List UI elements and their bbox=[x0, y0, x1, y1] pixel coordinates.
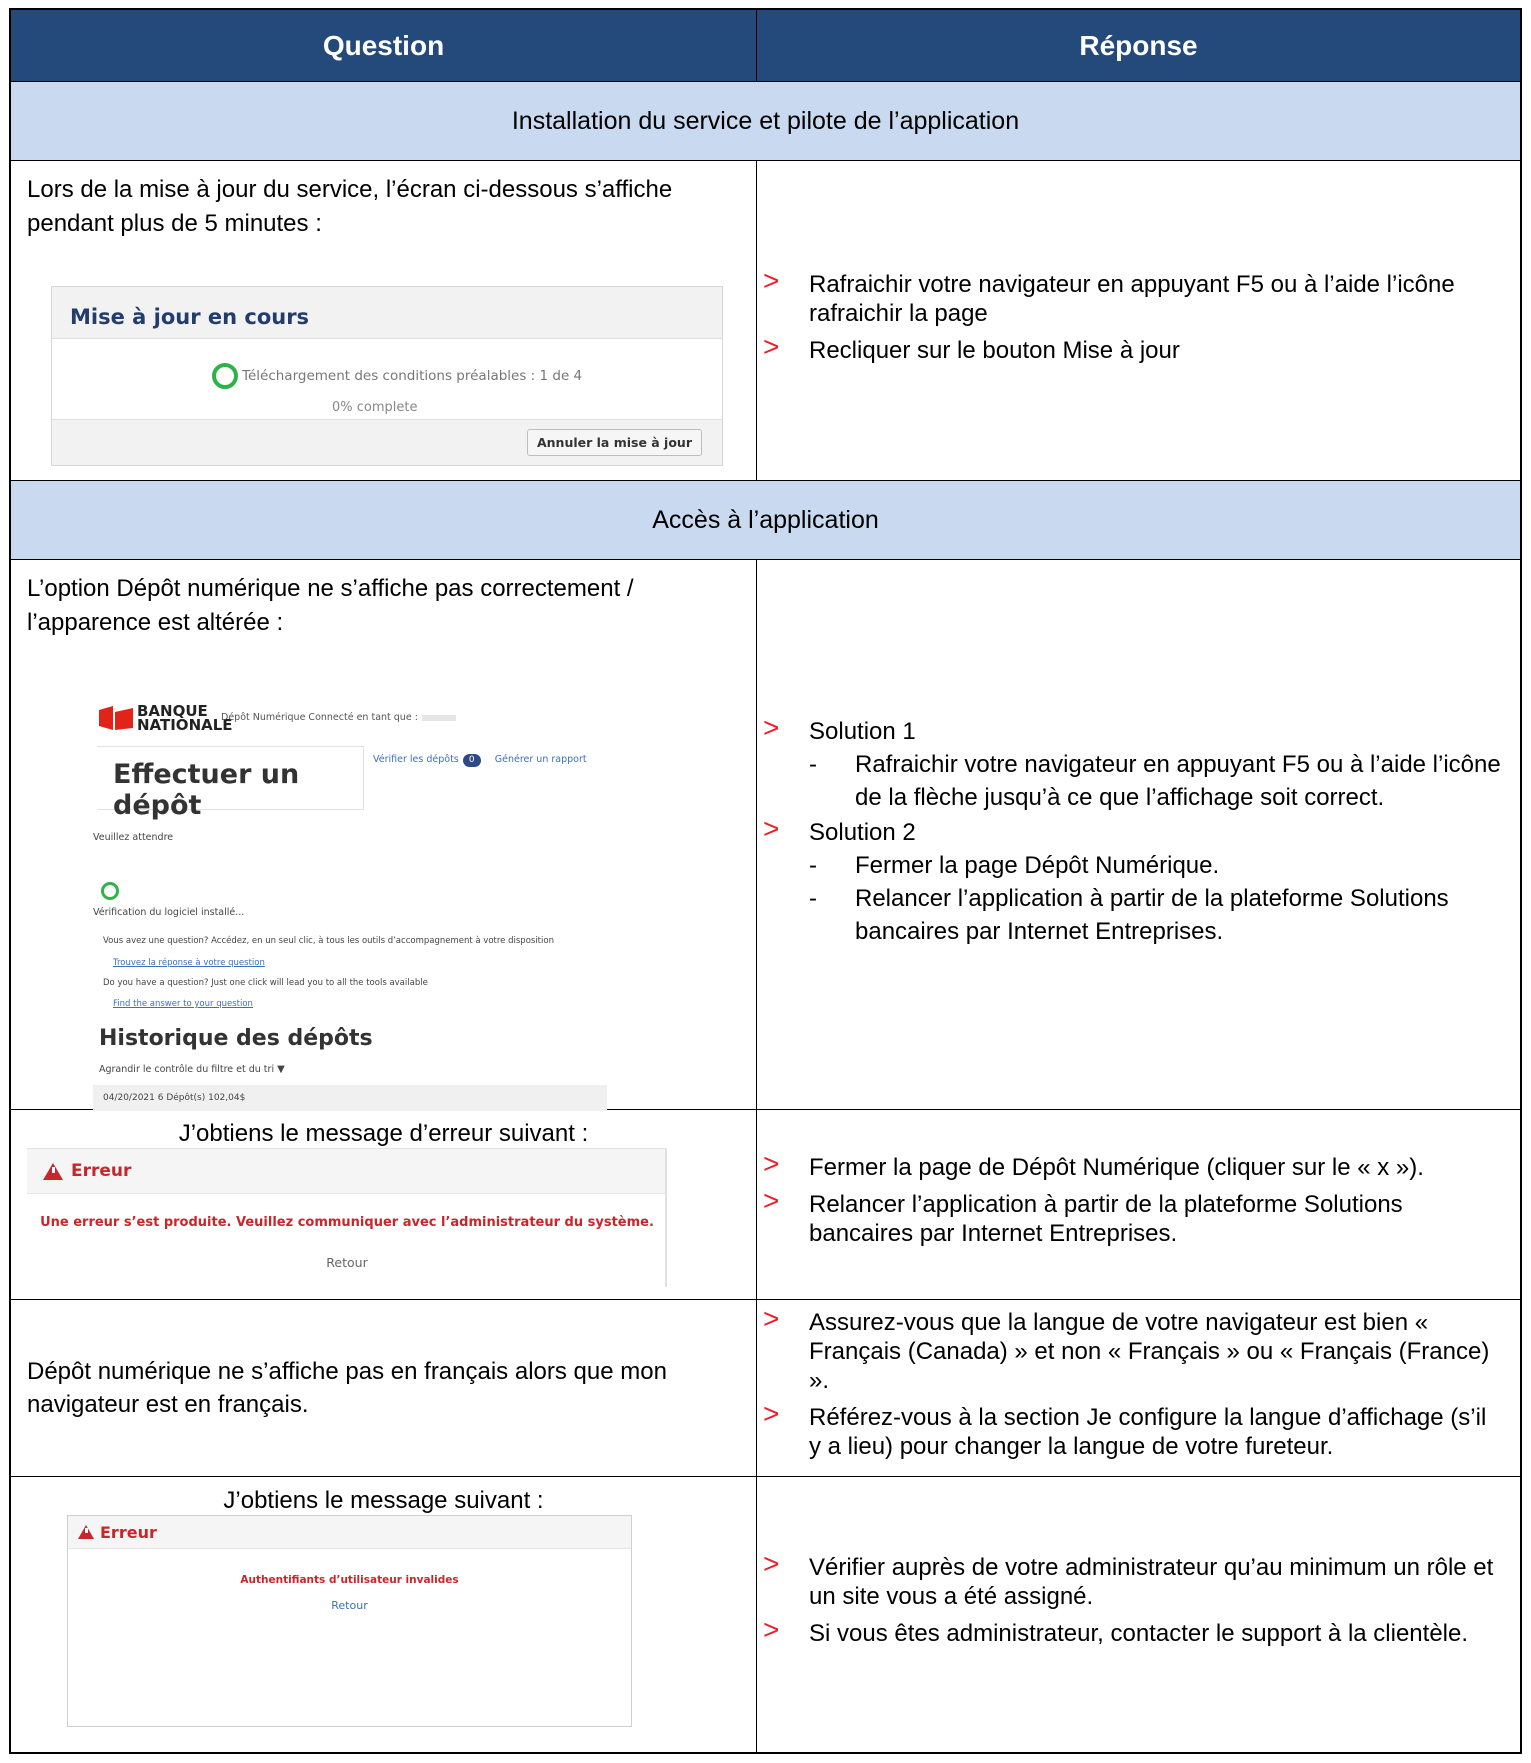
section-install: Installation du service et pilote de l’a… bbox=[11, 82, 1520, 161]
help-text-fr: Vous avez une question? Accédez, en un s… bbox=[103, 936, 554, 946]
section-access: Accès à l’application bbox=[11, 481, 1520, 560]
answer-list: > Vérifier auprès de votre administrateur… bbox=[757, 1548, 1520, 1676]
checking-text: Vérification du logiciel installé... bbox=[93, 907, 245, 918]
cancel-update-button[interactable]: Annuler la mise à jour bbox=[526, 429, 702, 456]
answer-cell: > Vérifier auprès de votre administrateur… bbox=[757, 1477, 1520, 1752]
filter-toggle[interactable]: Agrandir le contrôle du filtre et du tri… bbox=[99, 1064, 285, 1075]
answer-cell: > Fermer la page de Dépôt Numérique (cliq… bbox=[757, 1110, 1520, 1299]
connected-as: Dépôt Numérique Connecté en tant que : bbox=[221, 712, 456, 723]
deposit-summary-row[interactable]: 04/20/2021 6 Dépôt(s) 102,04$ bbox=[93, 1085, 607, 1111]
table-row: J’obtiens le message d’erreur suivant : … bbox=[11, 1110, 1520, 1300]
caret-down-icon: ▼ bbox=[277, 1064, 285, 1075]
help-link-fr[interactable]: Trouvez la réponse à votre question bbox=[113, 958, 265, 968]
arrow-bullet-icon: > bbox=[763, 1148, 780, 1179]
progress-percent: 0% complete bbox=[332, 400, 418, 415]
list-item: > Vérifier auprès de votre administrateur… bbox=[763, 1548, 1494, 1610]
page-title: Effectuer un dépôt bbox=[113, 759, 300, 821]
list-item: > Solution 2 - Fermer la page Dépôt Numéri… bbox=[763, 814, 1502, 948]
spinner-icon bbox=[101, 882, 119, 900]
arrow-bullet-icon: > bbox=[763, 1185, 780, 1216]
faq-table: Question Réponse Installation du service… bbox=[9, 8, 1522, 1754]
table-row: Lors de la mise à jour du service, l’écr… bbox=[11, 161, 1520, 481]
question-cell: Dépôt numérique ne s’affiche pas en fran… bbox=[11, 1300, 757, 1476]
question-cell: L’option Dépôt numérique ne s’affiche pa… bbox=[11, 560, 757, 1111]
arrow-bullet-icon: > bbox=[763, 1548, 780, 1579]
wait-text: Veuillez attendre bbox=[93, 832, 174, 843]
dialog-title: Mise à jour en cours bbox=[52, 287, 722, 339]
arrow-bullet-icon: > bbox=[763, 813, 780, 844]
sub-list-item: - Rafraichir votre navigateur en appuyant… bbox=[809, 751, 1501, 811]
answer-cell: > Rafraichir votre navigateur en appuyant… bbox=[757, 161, 1520, 480]
error-title: Erreur bbox=[71, 1161, 132, 1181]
error-title: Erreur bbox=[100, 1522, 157, 1542]
question-text: J’obtiens le message d’erreur suivant : bbox=[178, 1120, 589, 1147]
list-item: > Fermer la page de Dépôt Numérique (cliq… bbox=[763, 1148, 1424, 1181]
arrow-bullet-icon: > bbox=[763, 331, 780, 362]
error-message: Une erreur s’est produite. Veuillez comm… bbox=[40, 1215, 654, 1230]
question-cell: J’obtiens le message suivant : Erreur Au… bbox=[11, 1477, 757, 1752]
deposit-count-badge: 0 bbox=[462, 754, 481, 767]
table-header: Question Réponse bbox=[11, 10, 1520, 82]
error-dialog-screenshot: Erreur Une erreur s’est produite. Veuill… bbox=[27, 1148, 667, 1287]
question-text: Lors de la mise à jour du service, l’écr… bbox=[27, 176, 673, 237]
answer-cell: > Assurez-vous que la langue de votre nav… bbox=[757, 1300, 1520, 1476]
error-message: Authentifiants d’utilisateur invalides bbox=[240, 1574, 459, 1586]
answer-list: > Fermer la page de Dépôt Numérique (cliq… bbox=[757, 1148, 1520, 1256]
bank-name: BANQUE NATIONALE bbox=[137, 702, 233, 734]
warning-icon bbox=[43, 1162, 63, 1180]
answer-list: > Solution 1 - Rafraichir votre navigateur… bbox=[757, 713, 1520, 952]
question-cell: J’obtiens le message d’erreur suivant : … bbox=[11, 1110, 757, 1299]
answer-list: > Assurez-vous que la langue de votre nav… bbox=[757, 1302, 1520, 1469]
history-title: Historique des dépôts bbox=[99, 1026, 373, 1051]
question-cell: Lors de la mise à jour du service, l’écr… bbox=[11, 161, 757, 480]
verify-deposits-link[interactable]: Vérifier les dépôts bbox=[373, 754, 459, 765]
arrow-bullet-icon: > bbox=[763, 712, 780, 743]
question-text: J’obtiens le message suivant : bbox=[223, 1487, 544, 1514]
help-text-en: Do you have a question? Just one click w… bbox=[103, 978, 428, 988]
download-status: Téléchargement des conditions préalables… bbox=[242, 368, 583, 384]
spinner-icon bbox=[212, 363, 238, 389]
arrow-bullet-icon: > bbox=[763, 1397, 780, 1429]
help-link-en[interactable]: Find the answer to your question bbox=[113, 999, 253, 1009]
answer-cell: > Solution 1 - Rafraichir votre navigateur… bbox=[757, 560, 1520, 1109]
answer-list: > Rafraichir votre navigateur en appuyant… bbox=[757, 265, 1520, 373]
arrow-bullet-icon: > bbox=[763, 1302, 780, 1334]
list-item: > Rafraichir votre navigateur en appuyant… bbox=[763, 265, 1455, 327]
deposit-page-screenshot: BANQUE NATIONALE Dépôt Numérique Connect… bbox=[93, 700, 613, 1111]
list-item: > Relancer l’application à partir de la p… bbox=[763, 1185, 1403, 1247]
list-item: > Référez-vous à la section Je configure … bbox=[763, 1397, 1487, 1460]
invalid-credentials-screenshot: Erreur Authentifiants d’utilisateur inva… bbox=[67, 1515, 632, 1727]
table-row: Dépôt numérique ne s’affiche pas en fran… bbox=[11, 1300, 1520, 1477]
list-item: > Si vous êtes administrateur, contacter … bbox=[763, 1614, 1469, 1647]
sub-list-item: - Relancer l’application à partir de la p… bbox=[809, 885, 1449, 945]
table-row: J’obtiens le message suivant : Erreur Au… bbox=[11, 1477, 1520, 1752]
list-item: > Assurez-vous que la langue de votre nav… bbox=[763, 1302, 1490, 1394]
question-text: L’option Dépôt numérique ne s’affiche pa… bbox=[27, 575, 634, 636]
list-item: > Solution 1 - Rafraichir votre navigateur… bbox=[763, 713, 1502, 814]
sub-list-item: - Fermer la page Dépôt Numérique. bbox=[809, 852, 1220, 879]
arrow-bullet-icon: > bbox=[763, 1614, 780, 1645]
warning-icon bbox=[78, 1525, 94, 1539]
header-question: Question bbox=[11, 10, 757, 81]
list-item: > Recliquer sur le bouton Mise à jour bbox=[763, 331, 1180, 364]
question-text: Dépôt numérique ne s’affiche pas en fran… bbox=[27, 1358, 667, 1418]
table-row: L’option Dépôt numérique ne s’affiche pa… bbox=[11, 560, 1520, 1111]
back-link[interactable]: Retour bbox=[68, 1599, 631, 1612]
update-dialog-screenshot: Mise à jour en cours Téléchargement des … bbox=[51, 286, 723, 466]
back-link[interactable]: Retour bbox=[27, 1255, 667, 1270]
bank-logo-icon bbox=[99, 706, 133, 730]
header-answer: Réponse bbox=[1079, 29, 1198, 61]
arrow-bullet-icon: > bbox=[763, 265, 780, 296]
generate-report-link[interactable]: Générer un rapport bbox=[495, 754, 587, 765]
